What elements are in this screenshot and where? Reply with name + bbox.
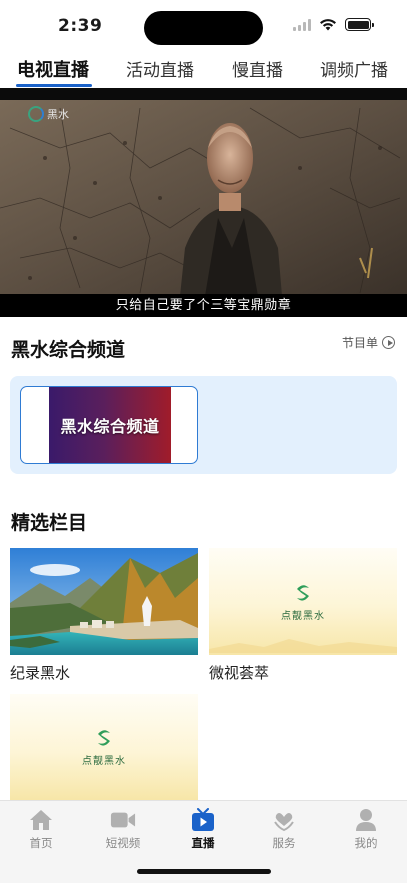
battery-icon — [345, 18, 374, 31]
featured-item-label: 纪录黑水 — [10, 664, 71, 682]
cellular-signal-icon — [293, 18, 311, 31]
live-category-tabs: 电视直播 活动直播 慢直播 调频广播 — [0, 52, 407, 88]
channel-logo-icon — [28, 106, 44, 122]
landscape-photo — [10, 548, 198, 655]
channel-list-panel: 黑水综合频道 — [10, 376, 397, 474]
channel-thumbnail-text: 黑水综合频道 — [60, 417, 160, 436]
tab-service[interactable]: 服务 — [249, 807, 319, 851]
featured-item-micro-video[interactable]: 点靓黑水 微视荟萃 — [209, 548, 397, 683]
schedule-label: 节目单 — [341, 336, 378, 350]
tab-short-video[interactable]: 短视频 — [88, 807, 158, 851]
dynamic-island — [144, 11, 263, 45]
featured-thumbnail: 点靓黑水 — [10, 694, 198, 800]
video-subtitle: 只给自己要了个三等宝鼎勋章 — [115, 298, 292, 313]
featured-thumbnail — [10, 548, 198, 655]
tab-label: 首页 — [29, 836, 53, 850]
tab-label: 直播 — [191, 836, 215, 850]
profile-icon — [353, 807, 379, 833]
featured-item-label: 微视荟萃 — [209, 664, 270, 682]
home-indicator — [137, 869, 271, 874]
service-heart-icon — [271, 807, 297, 833]
video-camera-icon — [110, 807, 136, 833]
status-time: 2:39 — [58, 16, 103, 36]
channel-card[interactable]: 黑水综合频道 — [20, 386, 198, 464]
channel-section-title: 黑水综合频道 — [11, 339, 126, 361]
featured-item-3[interactable]: 点靓黑水 — [10, 694, 198, 800]
tab-label: 我的 — [354, 836, 378, 850]
tab-event-live[interactable]: 活动直播 — [126, 56, 194, 81]
wifi-icon — [320, 19, 336, 31]
tab-label: 短视频 — [105, 836, 141, 850]
live-video-player[interactable]: 黑水 只给自己要了个三等宝鼎勋章 — [0, 88, 407, 317]
channel-watermark-text: 黑水 — [47, 108, 69, 121]
live-play-icon — [190, 807, 216, 833]
featured-thumbnail: 点靓黑水 — [209, 548, 397, 655]
schedule-button[interactable]: 节目单 — [342, 334, 395, 351]
active-tab-indicator — [16, 84, 92, 87]
app-logo-text: 点靓黑水 — [82, 756, 126, 767]
status-bar: 2:39 — [0, 0, 407, 50]
channel-watermark: 黑水 — [28, 106, 69, 122]
status-icons — [293, 18, 374, 31]
tab-slow-live[interactable]: 慢直播 — [232, 56, 283, 81]
home-icon — [28, 807, 54, 833]
play-circle-icon — [382, 336, 395, 349]
tab-label: 服务 — [272, 836, 296, 850]
tab-tv-live[interactable]: 电视直播 — [17, 56, 89, 82]
app-logo-icon — [98, 730, 110, 746]
tab-live[interactable]: 直播 — [168, 807, 238, 851]
app-logo-icon — [297, 584, 309, 601]
tab-profile[interactable]: 我的 — [331, 807, 401, 851]
tab-fm-radio[interactable]: 调频广播 — [320, 56, 388, 81]
mountain-silhouette — [209, 639, 397, 653]
tab-home[interactable]: 首页 — [6, 807, 76, 851]
featured-item-documentary[interactable]: 纪录黑水 — [10, 548, 198, 683]
channel-thumbnail: 黑水综合频道 — [49, 387, 171, 463]
video-frame — [0, 88, 407, 317]
featured-section-title: 精选栏目 — [11, 512, 88, 534]
app-logo-text: 点靓黑水 — [281, 610, 325, 622]
